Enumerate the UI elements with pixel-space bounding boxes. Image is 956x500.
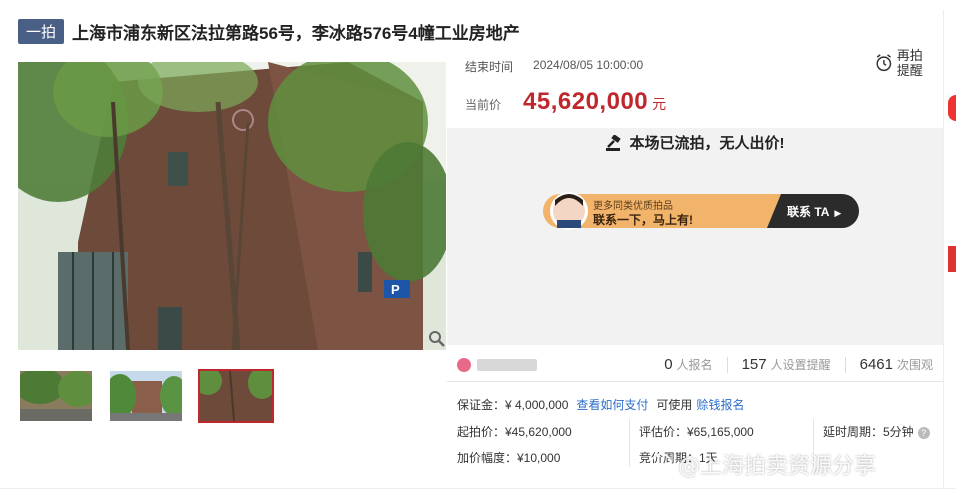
banner-line-2: 联系一下，马上有! xyxy=(593,213,693,227)
price-unit: 元 xyxy=(652,96,667,112)
seller-info[interactable] xyxy=(457,358,537,372)
contact-ta-label: 联系 TA xyxy=(787,205,829,219)
view-label: 次围观 xyxy=(896,358,933,372)
bid-increment: 加价幅度：¥10,000 xyxy=(457,451,561,465)
auction-status: 本场已流拍，无人出价! xyxy=(447,132,943,153)
page-title: 上海市浦东新区法拉第路56号，李冰路576号4幢工业房地产 xyxy=(72,23,520,43)
thumbnail-3-selected[interactable] xyxy=(198,369,274,423)
auction-status-text: 本场已流拍，无人出价! xyxy=(629,135,785,152)
stats-counters: 0 人报名 157 人设置提醒 6461 次围观 xyxy=(664,356,933,374)
thumbnail-strip xyxy=(18,369,274,423)
page-bottom-border xyxy=(0,488,956,500)
main-property-photo[interactable]: P xyxy=(18,62,446,350)
view-count: 6461 xyxy=(859,356,893,373)
divider xyxy=(726,357,728,373)
end-time-row: 结束时间 2024/08/05 10:00:00 xyxy=(465,58,643,75)
triangle-right-icon: ▶ xyxy=(834,208,842,218)
signup-label: 人报名 xyxy=(676,358,713,372)
start-price: 起拍价：¥45,620,000 xyxy=(457,425,572,439)
reminder-label: 人设置提醒 xyxy=(770,358,831,372)
watermark: @上海拍卖资源分享 xyxy=(650,448,876,480)
current-price-value: 45,620,000 xyxy=(523,88,649,115)
auction-info-box: 结束时间 2024/08/05 10:00:00 当前价 45,620,000 元… xyxy=(447,44,943,128)
stats-row: 0 人报名 157 人设置提醒 6461 次围观 xyxy=(447,350,943,382)
current-price-row: 当前价 45,620,000 元 xyxy=(465,88,666,116)
building-photo-image: P xyxy=(18,62,446,350)
title-bar: 一拍 上海市浦东新区法拉第路56号，李冰路576号4幢工业房地产 xyxy=(18,18,520,44)
signup-count: 0 xyxy=(664,356,673,373)
remind-button[interactable]: 再拍提醒 xyxy=(875,48,935,78)
end-time-value: 2024/08/05 10:00:00 xyxy=(533,58,644,72)
contact-banner-graphic xyxy=(543,192,859,230)
current-price-label: 当前价 xyxy=(465,98,502,112)
contact-ta-button[interactable]: 联系 TA ▶ xyxy=(787,203,841,220)
zoom-icon[interactable] xyxy=(428,330,446,348)
thumbnail-2[interactable] xyxy=(108,369,184,423)
delay-period: 延时周期：5分钟? xyxy=(823,423,930,440)
thumbnail-1[interactable] xyxy=(18,369,94,423)
credit-signup-link[interactable]: 赊钱报名 xyxy=(696,396,744,413)
contact-banner[interactable]: 更多同类优质拍品 联系一下，马上有! 联系 TA ▶ xyxy=(451,184,939,240)
seller-avatar xyxy=(457,358,471,372)
edge-button xyxy=(948,246,956,272)
page-top-border xyxy=(0,0,956,8)
divider xyxy=(844,357,846,373)
seller-name-blurred xyxy=(477,359,537,371)
eval-price: 评估价：¥65,165,000 xyxy=(639,425,754,439)
remind-label: 再拍提醒 xyxy=(896,48,923,78)
deposit-amount: 保证金：¥ 4,000,000 xyxy=(457,398,569,412)
edge-avatar xyxy=(948,95,956,121)
help-icon[interactable]: ? xyxy=(917,427,930,439)
deposit-row: 保证金：¥ 4,000,000 查看如何支付 可使用 赊钱报名 xyxy=(457,396,744,413)
reminder-count: 157 xyxy=(741,356,767,373)
banner-line-1: 更多同类优质拍品 xyxy=(593,201,673,212)
watermark-logo-icon xyxy=(650,453,672,475)
how-to-pay-link[interactable]: 查看如何支付 xyxy=(576,396,648,413)
delay-period-text: 延时周期：5分钟 xyxy=(823,425,914,439)
gavel-icon xyxy=(605,134,621,151)
svg-text:P: P xyxy=(391,282,400,297)
end-time-label: 结束时间 xyxy=(465,60,514,74)
auction-panel: 结束时间 2024/08/05 10:00:00 当前价 45,620,000 元… xyxy=(447,44,943,345)
alarm-clock-icon xyxy=(876,54,892,72)
usable-label: 可使用 xyxy=(656,398,693,412)
auction-status-box: 本场已流拍，无人出价! 更多同类优质拍品 联系一下，马上有! 联系 TA ▶ xyxy=(447,128,943,345)
watermark-text: @上海拍卖资源分享 xyxy=(678,454,877,479)
auction-round-tag: 一拍 xyxy=(18,18,65,44)
divider xyxy=(629,419,630,467)
